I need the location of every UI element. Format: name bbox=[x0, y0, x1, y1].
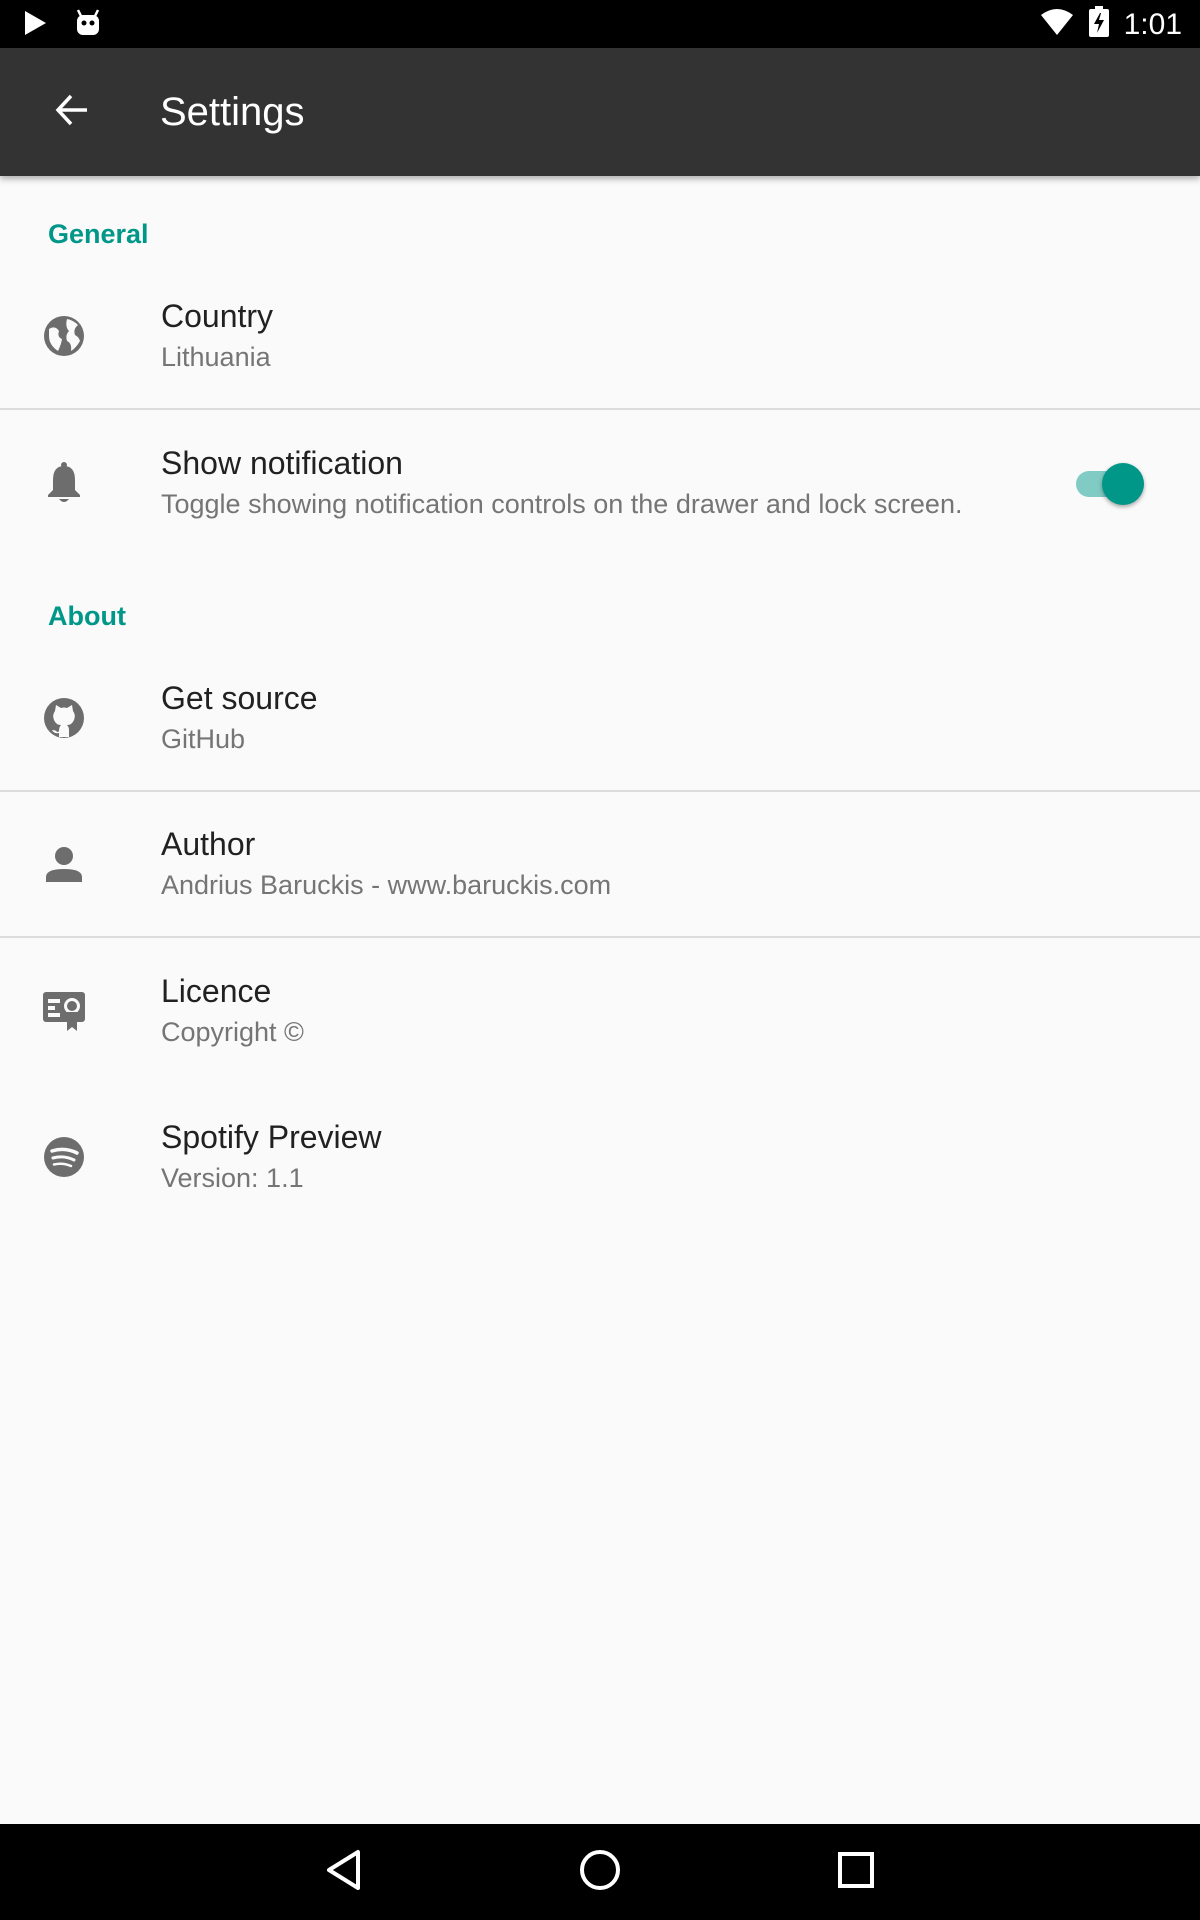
bell-icon bbox=[40, 459, 88, 507]
pref-summary: GitHub bbox=[161, 724, 246, 754]
status-time: 1:01 bbox=[1123, 7, 1182, 41]
pref-app-version[interactable]: Spotify Preview Version: 1.1 bbox=[0, 1084, 1200, 1230]
android-debug-icon bbox=[74, 8, 102, 43]
pref-title: Country bbox=[161, 298, 274, 334]
arrow-back-icon bbox=[54, 92, 90, 133]
nav-back-icon bbox=[324, 1848, 364, 1897]
github-icon bbox=[40, 694, 88, 742]
settings-list: General Country Lithuania Show notificat… bbox=[0, 176, 1200, 1230]
spotify-icon bbox=[40, 1133, 88, 1181]
globe-icon bbox=[40, 312, 88, 360]
notification-toggle[interactable] bbox=[1074, 461, 1144, 505]
nav-home-button[interactable] bbox=[570, 1842, 630, 1902]
pref-title: Spotify Preview bbox=[161, 1119, 382, 1155]
pref-summary: Version: 1.1 bbox=[161, 1163, 304, 1193]
app-bar: Settings bbox=[0, 48, 1200, 176]
battery-charging-icon bbox=[1088, 6, 1110, 43]
back-button[interactable] bbox=[40, 80, 104, 144]
pref-licence[interactable]: Licence Copyright © bbox=[0, 938, 1200, 1084]
nav-recents-button[interactable] bbox=[826, 1842, 886, 1902]
nav-recents-icon bbox=[836, 1850, 876, 1895]
toggle-thumb bbox=[1102, 463, 1144, 505]
pref-summary: Toggle showing notification controls on … bbox=[161, 489, 963, 519]
person-icon bbox=[40, 840, 88, 888]
nav-back-button[interactable] bbox=[314, 1842, 374, 1902]
pref-summary: Andrius Baruckis - www.baruckis.com bbox=[161, 870, 612, 900]
section-header-general: General bbox=[48, 219, 149, 249]
pref-show-notification[interactable]: Show notification Toggle showing notific… bbox=[0, 410, 1200, 556]
pref-summary: Copyright © bbox=[161, 1017, 304, 1047]
licence-card-icon bbox=[40, 987, 88, 1035]
pref-title: Licence bbox=[161, 973, 272, 1009]
pref-author[interactable]: Author Andrius Baruckis - www.baruckis.c… bbox=[0, 792, 1200, 938]
pref-title: Show notification bbox=[161, 445, 403, 481]
page-title: Settings bbox=[160, 90, 305, 134]
pref-title: Author bbox=[161, 826, 256, 862]
navigation-bar bbox=[0, 1824, 1200, 1920]
pref-title: Get source bbox=[161, 680, 318, 716]
nav-home-icon bbox=[578, 1848, 622, 1897]
pref-country[interactable]: Country Lithuania bbox=[0, 264, 1200, 410]
play-store-icon bbox=[22, 9, 48, 42]
pref-get-source[interactable]: Get source GitHub bbox=[0, 646, 1200, 792]
section-header-about: About bbox=[48, 601, 126, 631]
pref-summary: Lithuania bbox=[161, 342, 271, 372]
status-bar: 1:01 bbox=[0, 0, 1200, 48]
wifi-icon bbox=[1040, 7, 1074, 42]
